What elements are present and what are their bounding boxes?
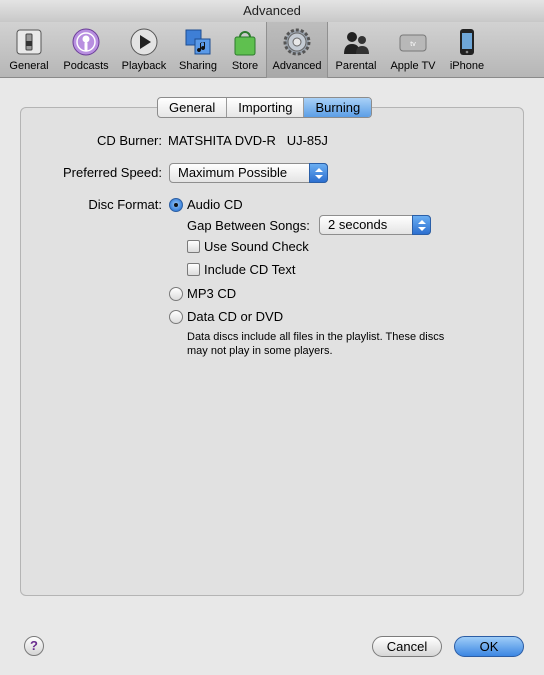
popup-arrows-icon — [412, 215, 431, 235]
tab-importing[interactable]: Importing — [227, 98, 305, 117]
preferred-speed-value: Maximum Possible — [178, 165, 288, 180]
gap-between-songs-value: 2 seconds — [328, 217, 388, 232]
toolbar-label: iPhone — [449, 60, 485, 72]
toolbar-label: General — [9, 60, 49, 72]
gear-icon — [283, 28, 311, 56]
iphone-icon — [460, 29, 474, 55]
toolbar-playback[interactable]: Playback — [118, 22, 170, 78]
switch-icon — [16, 29, 42, 55]
podcast-icon — [72, 28, 100, 56]
toolbar-label: Parental — [335, 60, 377, 72]
tab-general[interactable]: General — [158, 98, 228, 117]
toolbar-general[interactable]: General — [4, 22, 54, 78]
window-title: Advanced — [0, 0, 544, 22]
gap-between-songs-label: Gap Between Songs: — [187, 218, 310, 233]
apple-tv-icon: tv — [399, 34, 427, 52]
cd-text-checkbox[interactable] — [187, 263, 200, 276]
toolbar-label: Sharing — [179, 60, 217, 72]
tab-burning[interactable]: Burning — [304, 98, 372, 117]
parental-icon — [344, 32, 369, 54]
mp3-cd-label[interactable]: MP3 CD — [187, 286, 236, 301]
preferences-window: Advanced General Podcasts Playback Shari… — [0, 0, 544, 675]
preferred-speed-label: Preferred Speed: — [62, 165, 162, 180]
help-button[interactable]: ? — [24, 636, 44, 656]
toolbar-store[interactable]: Store — [226, 22, 264, 78]
toolbar-label: Advanced — [272, 60, 322, 72]
cd-text-label[interactable]: Include CD Text — [204, 262, 296, 277]
toolbar-apple-tv[interactable]: tv Apple TV — [384, 22, 442, 78]
audio-cd-label[interactable]: Audio CD — [187, 197, 243, 212]
ok-button[interactable]: OK — [454, 636, 524, 657]
disc-format-label: Disc Format: — [88, 197, 162, 212]
toolbar-label: Playback — [121, 60, 167, 72]
preferred-speed-select[interactable]: Maximum Possible — [169, 163, 328, 183]
cd-burner-value: MATSHITA DVD-R UJ-85J — [168, 133, 328, 148]
toolbar-parental[interactable]: Parental — [332, 22, 380, 78]
svg-text:tv: tv — [410, 41, 416, 48]
toolbar-label: Store — [231, 60, 259, 72]
play-icon — [130, 28, 158, 56]
gap-between-songs-select[interactable]: 2 seconds — [319, 215, 431, 235]
data-cd-radio[interactable] — [169, 310, 183, 324]
sharing-icon — [185, 29, 211, 55]
sound-check-checkbox[interactable] — [187, 240, 200, 253]
toolbar-iphone[interactable]: iPhone — [446, 22, 488, 78]
toolbar-label: Podcasts — [63, 60, 109, 72]
help-icon: ? — [30, 638, 38, 653]
audio-cd-radio[interactable] — [169, 198, 183, 212]
toolbar-sharing[interactable]: Sharing — [174, 22, 222, 78]
popup-arrows-icon — [309, 163, 328, 183]
cd-burner-label: CD Burner: — [96, 133, 162, 148]
toolbar-podcasts[interactable]: Podcasts — [58, 22, 114, 78]
cancel-button[interactable]: Cancel — [372, 636, 442, 657]
toolbar: General Podcasts Playback Sharing Store … — [0, 22, 544, 78]
shopping-bag-icon — [234, 31, 256, 56]
data-disc-note: Data discs include all files in the play… — [187, 331, 445, 357]
tab-bar: General Importing Burning — [157, 97, 373, 118]
mp3-cd-radio[interactable] — [169, 287, 183, 301]
toolbar-label: Apple TV — [390, 60, 436, 72]
data-cd-label[interactable]: Data CD or DVD — [187, 309, 283, 324]
sound-check-label[interactable]: Use Sound Check — [204, 239, 309, 254]
toolbar-advanced[interactable]: Advanced — [266, 22, 328, 78]
